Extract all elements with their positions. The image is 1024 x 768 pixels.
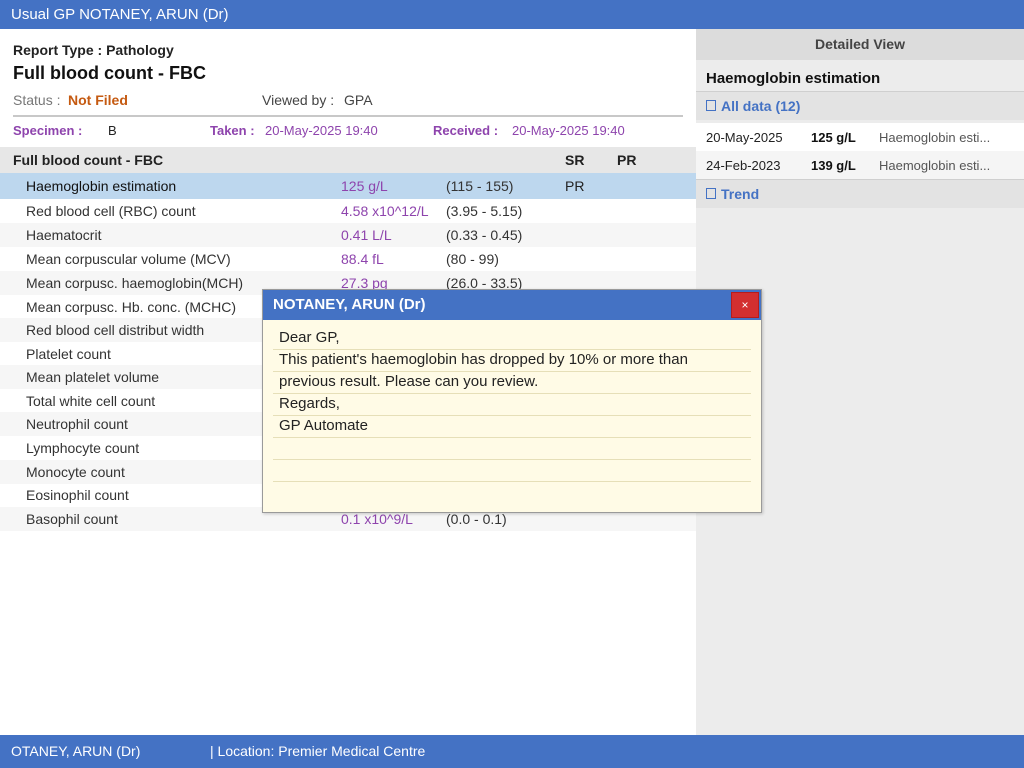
- table-row[interactable]: Mean corpuscular volume (MCV) 88.4 fL (8…: [0, 247, 696, 271]
- message-line: Regards,: [273, 394, 751, 417]
- table-row[interactable]: Haemoglobin estimation 125 g/L (115 - 15…: [0, 173, 696, 199]
- message-popup: NOTANEY, ARUN (Dr) × Dear GP, This patie…: [262, 289, 762, 513]
- message-line: [273, 460, 751, 483]
- test-name: Basophil count: [26, 511, 118, 527]
- popup-title: NOTANEY, ARUN (Dr): [263, 290, 761, 320]
- detailed-view-heading: Detailed View: [696, 29, 1024, 60]
- test-range: (3.95 - 5.15): [446, 203, 523, 219]
- history-row[interactable]: 20-May-2025 125 g/L Haemoglobin esti...: [696, 123, 1024, 151]
- test-range: (0.0 - 0.1): [446, 511, 507, 527]
- test-value: 0.41 L/L: [341, 227, 392, 243]
- table-row[interactable]: Red blood cell (RBC) count 4.58 x10^12/L…: [0, 199, 696, 223]
- history-date: 24-Feb-2023: [706, 158, 781, 173]
- specimen-value: B: [108, 123, 117, 138]
- all-data-toggle[interactable]: All data (12): [696, 91, 1024, 120]
- message-line: previous result. Please can you review.: [273, 372, 751, 395]
- history-value: 139 g/L: [811, 158, 856, 173]
- status-value: Not Filed: [68, 92, 128, 108]
- table-header-pr: PR: [617, 152, 637, 168]
- test-range: (115 - 155): [446, 178, 514, 194]
- test-range: (0.33 - 0.45): [446, 227, 523, 243]
- test-sr-flag: PR: [565, 178, 585, 194]
- test-name: Red blood cell distribut width: [26, 322, 205, 338]
- specimen-label: Specimen :: [13, 123, 83, 138]
- all-data-label: All data (12): [721, 98, 801, 114]
- test-range: (80 - 99): [446, 251, 499, 267]
- test-name: Mean corpusc. haemoglobin(MCH): [26, 275, 244, 291]
- test-value: 4.58 x10^12/L: [341, 203, 429, 219]
- status-location: | Location: Premier Medical Centre: [210, 743, 426, 759]
- viewed-by-value: GPA: [344, 92, 373, 108]
- expand-icon: [706, 100, 716, 111]
- table-row[interactable]: Haematocrit 0.41 L/L (0.33 - 0.45): [0, 223, 696, 247]
- test-value: 88.4 fL: [341, 251, 384, 267]
- table-header-name: Full blood count - FBC: [13, 152, 164, 168]
- test-value: 125 g/L: [341, 178, 388, 194]
- history-test-name: Haemoglobin esti...: [879, 130, 991, 145]
- received-label: Received :: [433, 123, 499, 138]
- test-name: Eosinophil count: [26, 487, 129, 503]
- status-label: Status :: [13, 92, 61, 108]
- test-name: Total white cell count: [26, 393, 156, 409]
- report-type: Report Type : Pathology: [13, 42, 174, 58]
- received-value: 20-May-2025 19:40: [512, 123, 625, 138]
- test-name: Monocyte count: [26, 464, 125, 480]
- test-name: Neutrophil count: [26, 416, 128, 432]
- trend-label: Trend: [721, 186, 760, 202]
- message-line: [273, 438, 751, 461]
- window-title-bar: Usual GP NOTANEY, ARUN (Dr): [0, 0, 1024, 29]
- divider: [13, 115, 683, 117]
- table-header-sr: SR: [565, 152, 585, 168]
- trend-toggle[interactable]: Trend: [696, 179, 1024, 208]
- window-title: Usual GP NOTANEY, ARUN (Dr): [11, 6, 229, 23]
- close-icon[interactable]: ×: [731, 292, 759, 318]
- report-title: Full blood count - FBC: [13, 63, 206, 83]
- message-line: Dear GP,: [273, 328, 751, 351]
- message-line: GP Automate: [273, 416, 751, 439]
- test-name: Haemoglobin estimation: [26, 178, 177, 194]
- test-name: Platelet count: [26, 346, 111, 362]
- test-name: Lymphocyte count: [26, 440, 140, 456]
- history-date: 20-May-2025: [706, 130, 783, 145]
- status-bar: OTANEY, ARUN (Dr) | Location: Premier Me…: [0, 735, 1024, 768]
- history-row[interactable]: 24-Feb-2023 139 g/L Haemoglobin esti...: [696, 151, 1024, 179]
- test-name: Red blood cell (RBC) count: [26, 203, 196, 219]
- taken-value: 20-May-2025 19:40: [265, 123, 378, 138]
- message-line: This patient's haemoglobin has dropped b…: [273, 350, 751, 373]
- message-line: [273, 482, 751, 504]
- status-clinician: OTANEY, ARUN (Dr): [11, 743, 141, 759]
- test-name: Haematocrit: [26, 227, 102, 243]
- detailed-view-title: Haemoglobin estimation: [706, 70, 881, 87]
- results-table-header: Full blood count - FBC SR PR: [0, 147, 696, 173]
- taken-label: Taken :: [210, 123, 255, 138]
- test-name: Mean corpuscular volume (MCV): [26, 251, 231, 267]
- test-name: Mean corpusc. Hb. conc. (MCHC): [26, 299, 237, 315]
- test-name: Mean platelet volume: [26, 369, 160, 385]
- history-value: 125 g/L: [811, 130, 856, 145]
- viewed-by-label: Viewed by :: [262, 92, 335, 108]
- history-test-name: Haemoglobin esti...: [879, 158, 991, 173]
- expand-icon: [706, 188, 716, 199]
- test-value: 0.1 x10^9/L: [341, 511, 413, 527]
